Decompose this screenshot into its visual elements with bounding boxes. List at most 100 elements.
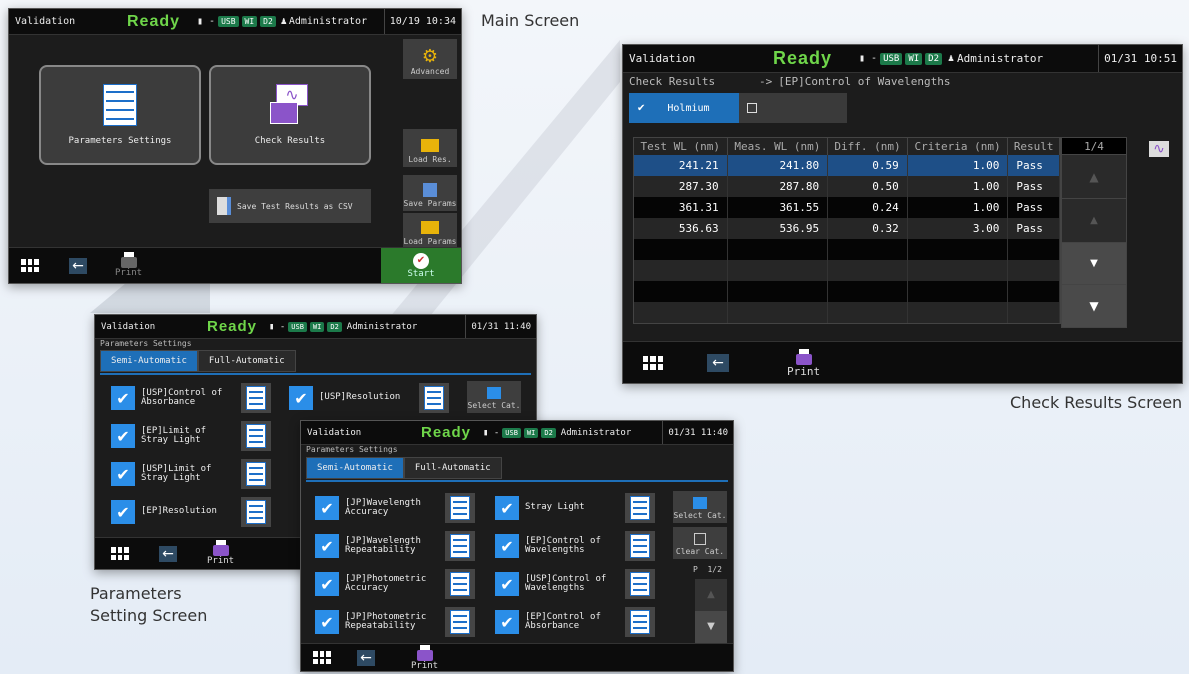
advanced-button[interactable]: ⚙ Advanced xyxy=(403,39,457,79)
param-label: [EP]Limit of Stray Light xyxy=(141,425,207,445)
params-settings-button[interactable]: Parameters Settings xyxy=(39,65,201,165)
param-item[interactable]: ✔ [EP]Resolution xyxy=(111,497,271,527)
save-csv-button[interactable]: Save Test Results as CSV xyxy=(209,189,371,223)
param-label: [JP]Photometric Accuracy xyxy=(345,573,427,593)
grid-menu-icon[interactable] xyxy=(313,651,331,664)
first-page-button[interactable]: ▲ xyxy=(1062,155,1126,199)
tab-full-automatic[interactable]: Full-Automatic xyxy=(403,457,502,479)
param-item[interactable]: ✔ [EP]Control of Wavelengths xyxy=(495,531,655,561)
cell: Pass xyxy=(1007,176,1060,197)
param-detail-button[interactable] xyxy=(625,531,655,561)
wi-badge: WI xyxy=(523,427,539,438)
param-label: [USP]Control of Wavelengths xyxy=(525,573,607,593)
list-icon xyxy=(450,496,470,520)
wi-badge: WI xyxy=(309,321,325,332)
tab-full-automatic[interactable]: Full-Automatic xyxy=(197,350,296,372)
param-item[interactable]: ✔ [USP]Control of Wavelengths xyxy=(495,569,655,599)
cell: 536.63 xyxy=(634,218,728,239)
ready-status: Ready xyxy=(421,424,472,441)
param-detail-button[interactable] xyxy=(241,383,271,413)
tab-semi-automatic[interactable]: Semi-Automatic xyxy=(306,457,404,479)
select-category-button[interactable]: Select Cat. xyxy=(673,491,727,523)
page-up-button[interactable]: ▲ xyxy=(695,579,727,611)
app-title: Validation xyxy=(15,16,76,27)
last-page-button[interactable]: ▼ xyxy=(1062,285,1126,327)
param-item[interactable]: ✔ [USP]Control of Absorbance xyxy=(111,383,271,413)
cell: 1.00 xyxy=(907,197,1009,218)
cell: 1.00 xyxy=(907,155,1009,176)
status-bar: Validation Ready ▮ - USB WI D2 Administr… xyxy=(95,315,536,339)
mode-tabs: Semi-Automatic Full-Automatic xyxy=(100,350,296,372)
table-row[interactable]: 361.31 361.55 0.24 1.00 Pass xyxy=(634,197,1060,218)
param-detail-button[interactable] xyxy=(445,531,475,561)
param-detail-button[interactable] xyxy=(241,497,271,527)
param-detail-button[interactable] xyxy=(625,607,655,637)
param-detail-button[interactable] xyxy=(445,569,475,599)
select-check-icon xyxy=(693,497,707,509)
tab-empty[interactable] xyxy=(739,93,847,123)
check-results-button[interactable]: ∿ Check Results xyxy=(209,65,371,165)
param-detail-button[interactable] xyxy=(445,607,475,637)
col-meas-wl: Meas. WL (nm) xyxy=(727,138,829,155)
param-item[interactable]: ✔ [JP]Wavelength Repeatability xyxy=(315,531,475,561)
table-row[interactable]: 287.30 287.80 0.50 1.00 Pass xyxy=(634,176,1060,197)
cell: 361.55 xyxy=(727,197,829,218)
d2-badge: D2 xyxy=(327,321,342,332)
param-item[interactable]: ✔ [USP]Resolution xyxy=(289,383,449,413)
param-item[interactable]: ✔ [EP]Control of Absorbance xyxy=(495,607,655,637)
print-button[interactable]: Print xyxy=(411,644,438,671)
start-check-icon: ✔ xyxy=(413,252,429,269)
save-params-button[interactable]: Save Params xyxy=(403,175,457,211)
param-label: [USP]Resolution xyxy=(319,392,401,403)
table-row[interactable]: 536.63 536.95 0.32 3.00 Pass xyxy=(634,218,1060,239)
param-item[interactable]: ✔ [JP]Photometric Repeatability xyxy=(315,607,475,637)
back-button[interactable]: ← xyxy=(357,649,375,666)
clear-cat-label: Clear Cat. xyxy=(675,547,725,556)
grid-menu-icon[interactable] xyxy=(111,547,129,560)
checkbox-checked-icon: ✔ xyxy=(289,386,313,410)
start-button[interactable]: ✔ Start xyxy=(381,248,461,283)
load-res-button[interactable]: Load Res. xyxy=(403,129,457,167)
tab-semi-automatic[interactable]: Semi-Automatic xyxy=(100,350,198,372)
prev-page-button[interactable]: ▲ xyxy=(1062,199,1126,243)
page-indicator: 1/4 xyxy=(1062,138,1126,155)
param-item[interactable]: ✔ [JP]Photometric Accuracy xyxy=(315,569,475,599)
param-detail-button[interactable] xyxy=(445,493,475,523)
select-category-button[interactable]: Select Cat. xyxy=(467,381,521,413)
back-button[interactable]: ← xyxy=(707,353,729,372)
page-down-button[interactable]: ▼ xyxy=(695,611,727,643)
param-item[interactable]: ✔ [USP]Limit of Stray Light xyxy=(111,459,271,489)
printer-icon xyxy=(120,252,137,268)
checkbox-checked-icon: ✔ xyxy=(495,610,519,634)
tab-holmium[interactable]: ✔ Holmium xyxy=(629,93,739,123)
print-button[interactable]: Print xyxy=(115,252,142,278)
spectrum-table-icon: ∿ xyxy=(270,84,310,126)
status-bar: Validation Ready ▮ - USB WI D2 ♟ Adminis… xyxy=(9,9,461,35)
back-button[interactable]: ← xyxy=(69,257,87,274)
param-item[interactable]: ✔ [JP]Wavelength Accuracy xyxy=(315,493,475,523)
param-detail-button[interactable] xyxy=(419,383,449,413)
print-button[interactable]: Print xyxy=(207,540,234,566)
param-item[interactable]: ✔ Stray Light xyxy=(495,493,655,523)
cell: 0.24 xyxy=(827,197,908,218)
param-detail-button[interactable] xyxy=(241,421,271,451)
print-button[interactable]: Print xyxy=(787,348,820,378)
bottom-bar: ← Print xyxy=(301,643,733,671)
clear-category-button[interactable]: Clear Cat. xyxy=(673,527,727,559)
cell: 0.32 xyxy=(827,218,908,239)
table-row[interactable]: 241.21 241.80 0.59 1.00 Pass xyxy=(634,155,1060,176)
load-res-label: Load Res. xyxy=(408,155,452,164)
param-detail-button[interactable] xyxy=(625,569,655,599)
back-button[interactable]: ← xyxy=(159,545,177,562)
grid-menu-icon[interactable] xyxy=(643,355,663,370)
param-item[interactable]: ✔ [EP]Limit of Stray Light xyxy=(111,421,271,451)
param-detail-button[interactable] xyxy=(241,459,271,489)
lamp-status: ▮ - xyxy=(269,321,286,332)
usb-badge: USB xyxy=(288,321,307,332)
spectrum-view-icon[interactable]: ∿ xyxy=(1149,141,1169,157)
param-detail-button[interactable] xyxy=(625,493,655,523)
grid-menu-icon[interactable] xyxy=(21,259,39,272)
next-page-button[interactable]: ▼ xyxy=(1062,243,1126,285)
load-params-button[interactable]: Load Params xyxy=(403,213,457,249)
clock: 01/31 11:40 xyxy=(662,421,733,444)
